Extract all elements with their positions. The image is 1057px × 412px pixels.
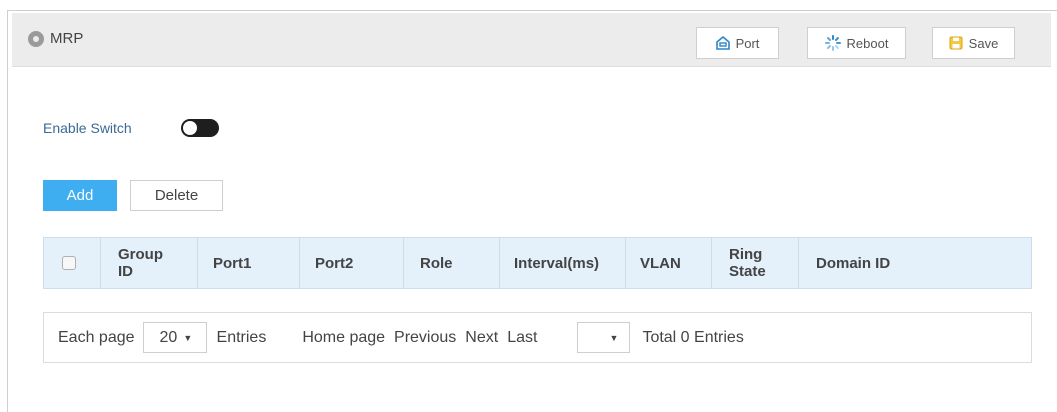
column-header-line: Domain ID — [816, 254, 891, 272]
column-header-line: Port2 — [315, 254, 354, 272]
save-button[interactable]: Save — [932, 27, 1015, 59]
previous-link[interactable]: Previous — [394, 329, 456, 347]
each-page-label: Each page — [58, 328, 135, 346]
page-title-label: MRP — [50, 30, 84, 47]
entries-label: Entries — [216, 328, 267, 346]
reboot-spinner-icon — [824, 35, 841, 51]
column-header-port1[interactable]: Port1 — [198, 238, 300, 288]
column-header-line: Ring — [729, 246, 763, 263]
chevron-down-icon: ▼ — [609, 332, 619, 343]
save-button-label: Save — [968, 35, 999, 51]
column-header-domain-id[interactable]: Domain ID — [799, 238, 1031, 288]
last-link[interactable]: Last — [507, 329, 537, 347]
toggle-knob — [182, 120, 198, 136]
map-pin-icon — [28, 30, 44, 47]
mrp-table-header: Group ID Port1 Port2 Role Interval(ms) VL… — [43, 237, 1032, 289]
enable-switch-label: Enable Switch — [43, 120, 132, 136]
enable-switch-toggle[interactable] — [181, 119, 219, 137]
page-title: MRP — [28, 30, 83, 47]
home-page-link[interactable]: Home page — [302, 329, 385, 347]
column-header-ring-state[interactable]: Ring State — [712, 238, 799, 288]
floppy-disk-icon — [949, 36, 963, 50]
reboot-button-label: Reboot — [846, 35, 889, 51]
panel-header: MRP Port Reboot Save — [12, 13, 1051, 67]
column-header-line: Role — [420, 254, 453, 272]
add-button[interactable]: Add — [43, 180, 117, 211]
page-size-value: 20 — [159, 328, 178, 346]
port-button[interactable]: Port — [696, 27, 779, 59]
delete-button[interactable]: Delete — [130, 180, 223, 211]
column-header-interval[interactable]: Interval(ms) — [500, 238, 626, 288]
column-header-line: Port1 — [213, 254, 252, 272]
next-link[interactable]: Next — [465, 329, 498, 347]
pagination-bar: Each page 20 ▼ Entries Home page Previou… — [43, 312, 1032, 363]
select-all-cell — [44, 238, 101, 288]
column-header-line: Interval(ms) — [514, 254, 600, 272]
column-header-line: VLAN — [640, 254, 681, 272]
page-number-select[interactable]: ▼ — [577, 322, 631, 353]
column-header-role[interactable]: Role — [404, 238, 500, 288]
page-size-select[interactable]: 20 ▼ — [142, 322, 207, 353]
column-header-line: State — [729, 263, 766, 280]
reboot-button[interactable]: Reboot — [807, 27, 906, 59]
port-icon — [715, 36, 730, 50]
column-header-group-id[interactable]: Group ID — [101, 238, 198, 288]
select-all-checkbox[interactable] — [62, 256, 76, 270]
port-button-label: Port — [735, 35, 760, 51]
column-header-line: Group — [118, 246, 163, 263]
column-header-vlan[interactable]: VLAN — [626, 238, 712, 288]
column-header-port2[interactable]: Port2 — [300, 238, 404, 288]
chevron-down-icon: ▼ — [183, 332, 193, 343]
column-header-line: ID — [118, 263, 133, 280]
total-entries: Total 0 Entries — [642, 328, 744, 346]
